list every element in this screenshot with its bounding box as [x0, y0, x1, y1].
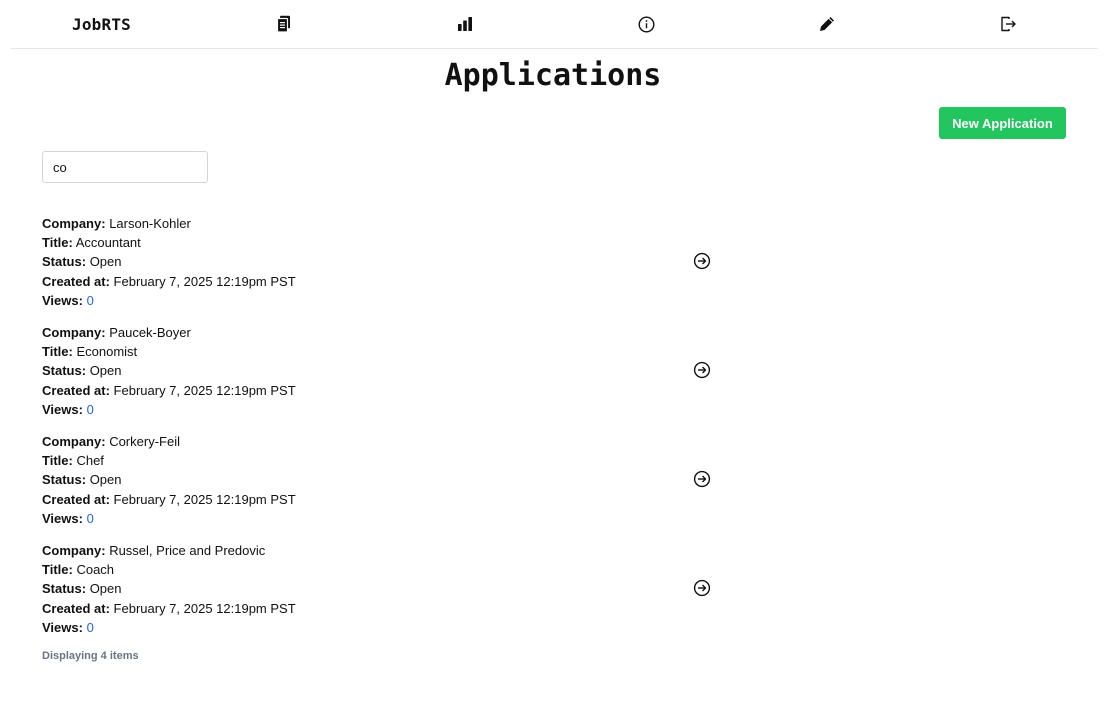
field-value: Larson-Kohler	[109, 216, 191, 231]
field-value: February 7, 2025 12:19pm PST	[113, 273, 296, 289]
applications-icon[interactable]	[272, 12, 296, 36]
search-input[interactable]	[42, 151, 208, 183]
field-value: Open	[89, 581, 122, 597]
logout-icon[interactable]	[996, 12, 1020, 36]
field-value[interactable]: 0	[87, 620, 94, 635]
field-label: Created at:	[42, 273, 110, 289]
application-created-at-row: Created at: February 7, 2025 12:19pm PST	[42, 272, 722, 291]
stats-icon[interactable]	[453, 12, 477, 36]
application-views-row: Views: 0	[42, 400, 722, 419]
info-icon[interactable]	[634, 12, 658, 36]
field-value: February 7, 2025 12:19pm PST	[113, 491, 296, 507]
open-application-icon[interactable]	[693, 579, 711, 597]
application-title-row: Title: Accountant	[42, 233, 722, 252]
field-label: Views:	[42, 401, 83, 417]
application-title-row: Title: Chef	[42, 451, 722, 470]
application-list: Company: Larson-Kohler Title: Accountant S…	[42, 214, 722, 650]
application-views-row: Views: 0	[42, 291, 722, 310]
field-label: Views:	[42, 510, 83, 526]
application-status-row: Status: Open	[42, 470, 722, 489]
field-value: Corkery-Feil	[109, 434, 180, 449]
application-created-at-row: Created at: February 7, 2025 12:19pm PST	[42, 599, 722, 618]
field-value: Coach	[76, 562, 115, 578]
field-value: Chef	[76, 453, 104, 469]
field-label: Company:	[42, 325, 106, 340]
field-label: Created at:	[42, 382, 110, 398]
application-company-row: Company: Russel, Price and Predovic	[42, 541, 722, 560]
application-views-row: Views: 0	[42, 618, 722, 637]
application-item: Company: Corkery-Feil Title: Chef Status: …	[42, 432, 722, 541]
application-company-row: Company: Corkery-Feil	[42, 432, 722, 451]
page-title: Applications	[444, 58, 662, 93]
field-label: Views:	[42, 619, 83, 635]
item-count: Displaying 4 items	[42, 650, 139, 662]
field-value: Open	[89, 254, 122, 270]
field-label: Title:	[42, 562, 73, 578]
field-value[interactable]: 0	[87, 511, 94, 526]
field-value: Open	[89, 363, 122, 379]
field-value: Open	[89, 472, 122, 488]
application-title-row: Title: Coach	[42, 560, 722, 579]
application-created-at-row: Created at: February 7, 2025 12:19pm PST	[42, 490, 722, 509]
open-application-icon[interactable]	[693, 252, 711, 270]
field-value[interactable]: 0	[87, 293, 94, 308]
field-value: February 7, 2025 12:19pm PST	[113, 600, 296, 616]
application-item: Company: Larson-Kohler Title: Accountant S…	[42, 214, 722, 323]
field-value: Russel, Price and Predovic	[109, 543, 266, 558]
application-item: Company: Paucek-Boyer Title: Economist Sta…	[42, 323, 722, 432]
field-value: February 7, 2025 12:19pm PST	[113, 382, 296, 398]
field-value: Economist	[76, 344, 138, 360]
field-label: Status:	[42, 581, 87, 597]
open-application-icon[interactable]	[693, 470, 711, 488]
field-value: Accountant	[75, 235, 141, 251]
application-views-row: Views: 0	[42, 509, 722, 528]
field-label: Created at:	[42, 600, 110, 616]
field-value: Paucek-Boyer	[109, 325, 191, 340]
brand-link[interactable]: JobRTS	[72, 12, 152, 36]
application-status-row: Status: Open	[42, 252, 722, 271]
field-value[interactable]: 0	[87, 402, 94, 417]
field-label: Status:	[42, 363, 87, 379]
field-label: Created at:	[42, 491, 110, 507]
field-label: Company:	[42, 434, 106, 449]
application-title-row: Title: Economist	[42, 342, 722, 361]
application-created-at-row: Created at: February 7, 2025 12:19pm PST	[42, 381, 722, 400]
application-company-row: Company: Larson-Kohler	[42, 214, 722, 233]
application-status-row: Status: Open	[42, 579, 722, 598]
application-item: Company: Russel, Price and Predovic Title…	[42, 541, 722, 650]
open-application-icon[interactable]	[693, 361, 711, 379]
new-application-button[interactable]: New Application	[939, 107, 1066, 139]
field-label: Title:	[42, 453, 73, 469]
field-label: Status:	[42, 472, 87, 488]
field-label: Title:	[42, 344, 73, 360]
application-status-row: Status: Open	[42, 361, 722, 380]
field-label: Title:	[42, 235, 73, 251]
field-label: Views:	[42, 292, 83, 308]
field-label: Company:	[42, 543, 106, 558]
field-label: Company:	[42, 216, 106, 231]
edit-icon[interactable]	[815, 12, 839, 36]
field-label: Status:	[42, 254, 87, 270]
top-nav: JobRTS	[10, 0, 1098, 49]
application-company-row: Company: Paucek-Boyer	[42, 323, 722, 342]
